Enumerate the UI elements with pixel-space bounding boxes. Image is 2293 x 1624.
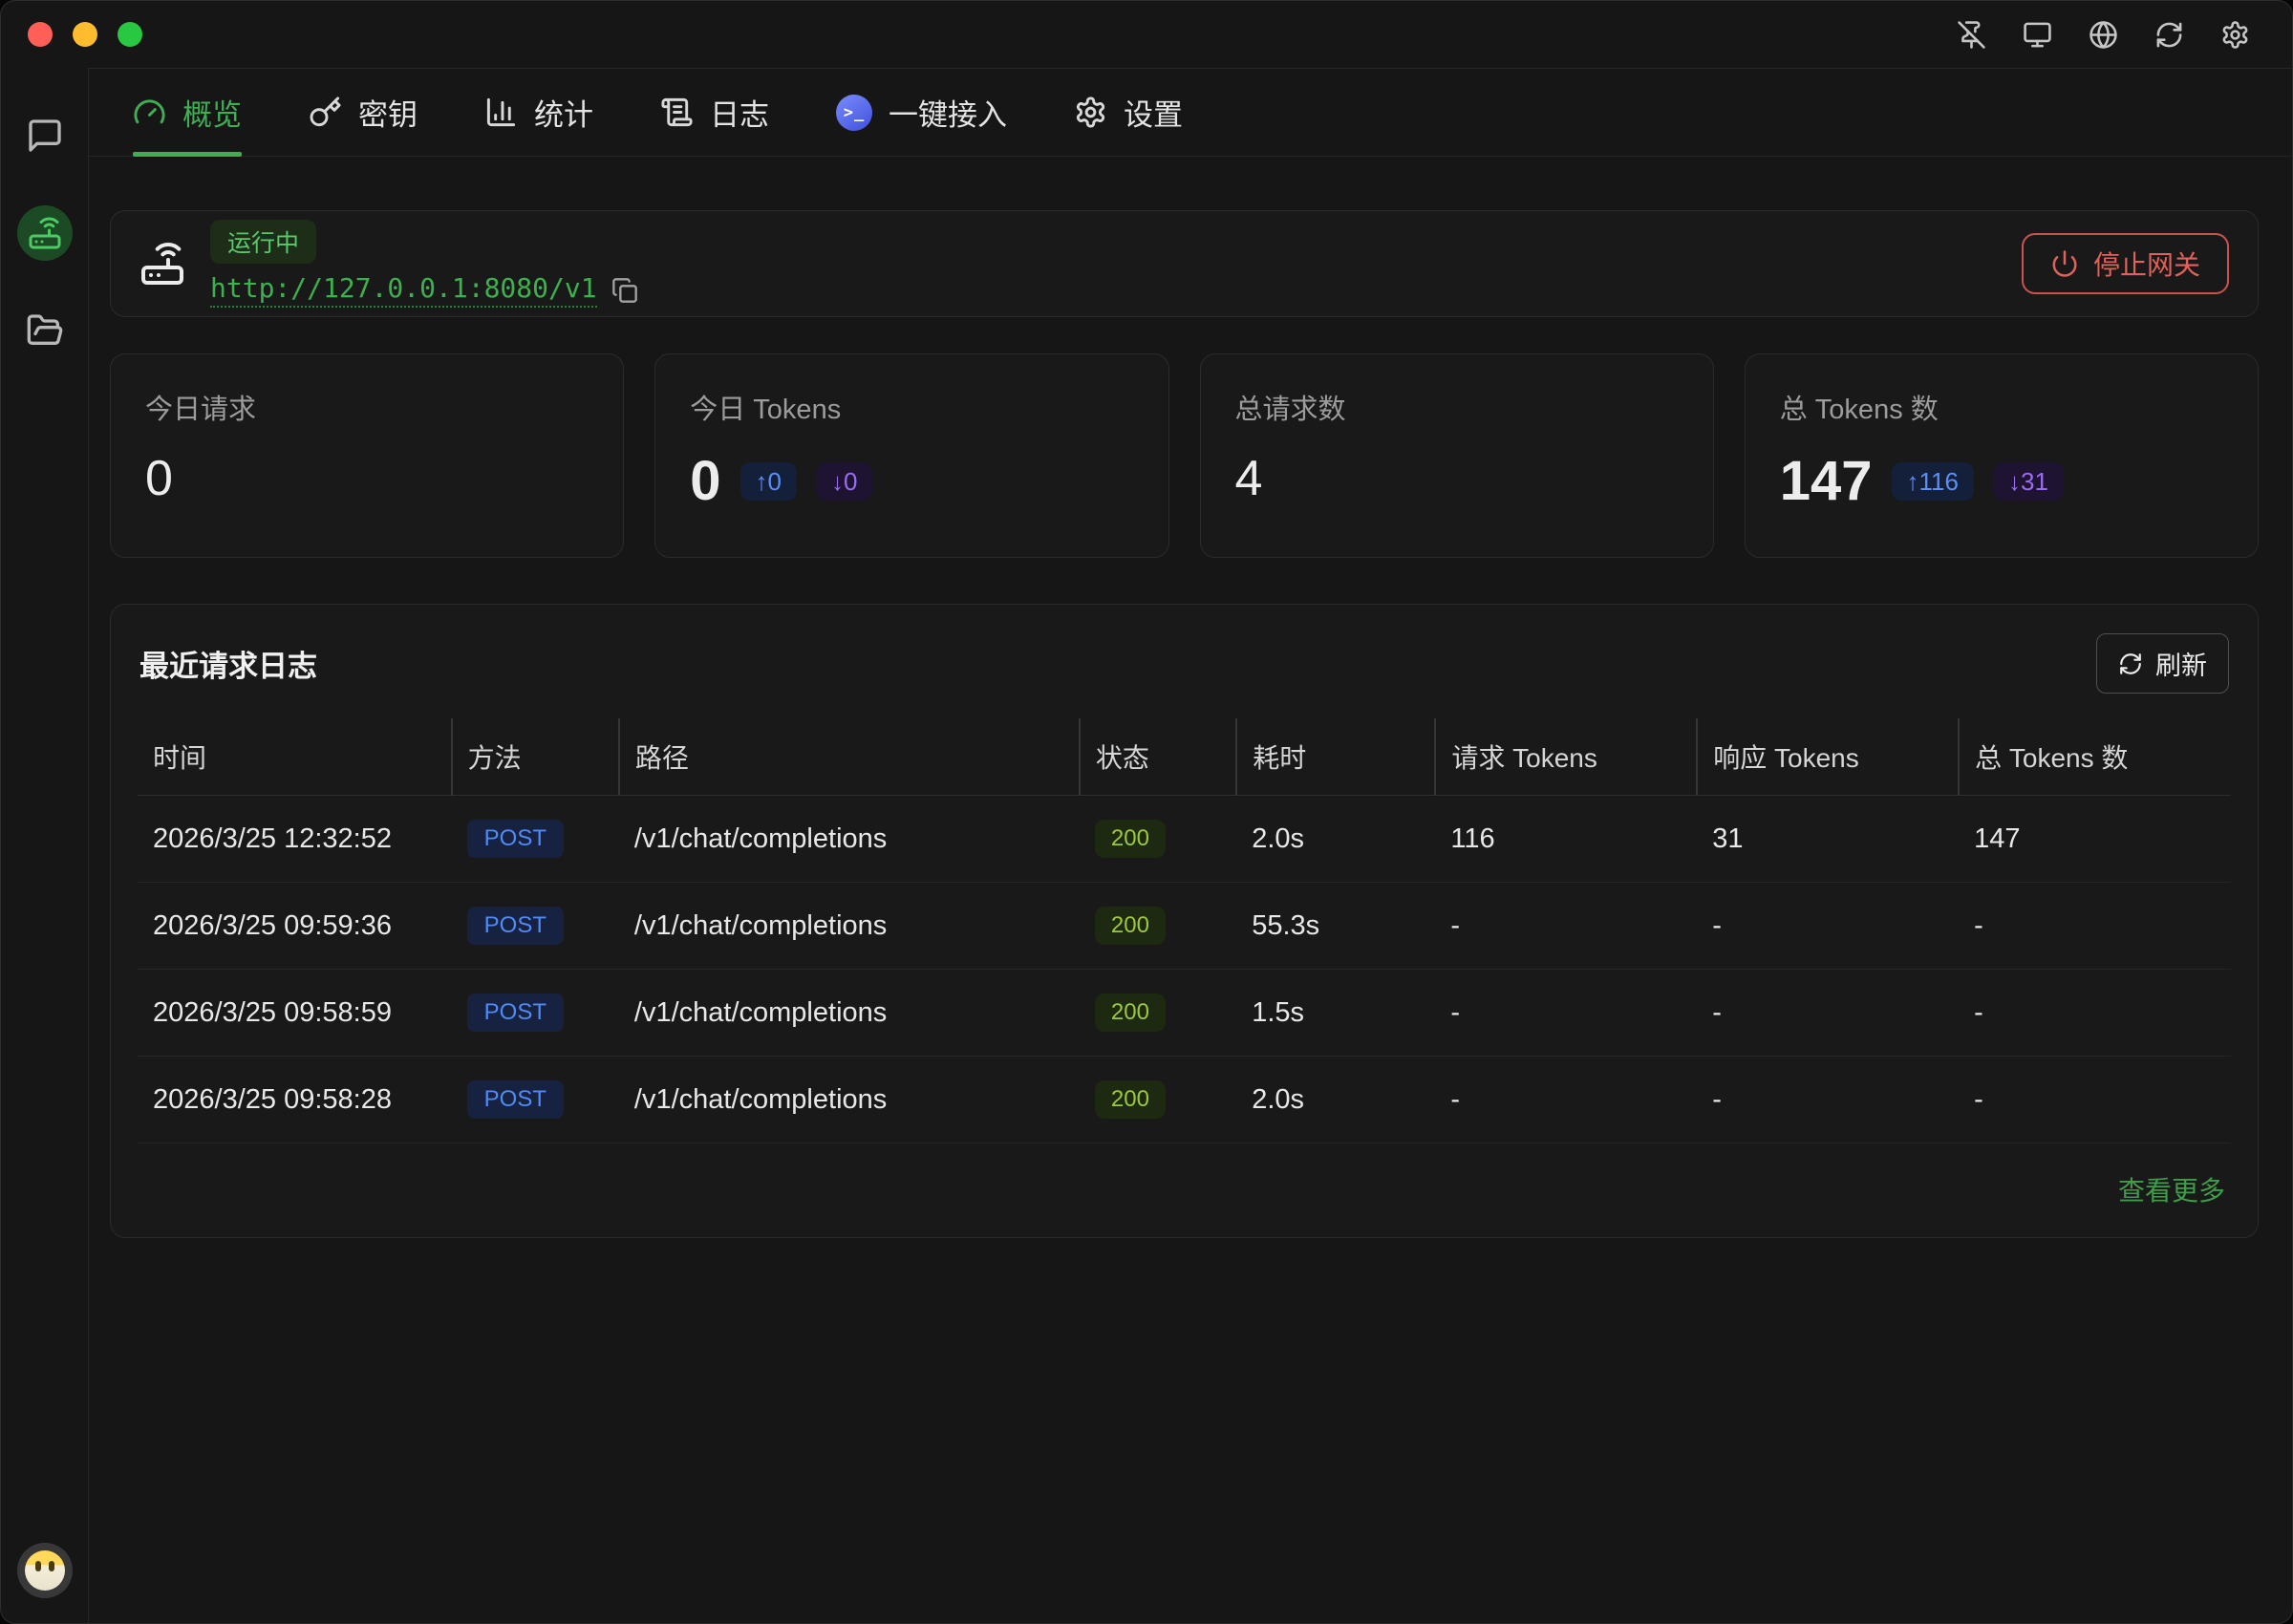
power-icon [2050, 249, 2079, 278]
tab-label: 日志 [710, 91, 769, 134]
view-more-link[interactable]: 查看更多 [2118, 1176, 2225, 1206]
chat-bubble-icon [26, 117, 64, 155]
minimize-window-button[interactable] [73, 22, 97, 47]
user-avatar[interactable] [17, 1543, 73, 1598]
tab-logs[interactable]: 日志 [660, 69, 769, 156]
method-badge: POST [467, 1080, 564, 1119]
gear-icon [1074, 96, 1107, 129]
log-row[interactable]: 2026/3/25 12:32:52 POST /v1/chat/complet… [138, 796, 2231, 883]
gateway-url-link[interactable]: http://127.0.0.1:8080/v1 [210, 272, 597, 308]
app-window: 概览 密钥 统计 日志 >_ 一键接入 [0, 0, 2293, 1624]
gateway-running-badge: 运行中 [210, 220, 316, 264]
column-header-method: 方法 [452, 718, 619, 796]
stat-card-today-tokens: 今日 Tokens 0 ↑0 ↓0 [654, 353, 1168, 558]
stat-value: 147 [1780, 454, 1873, 509]
monitor-icon[interactable] [2023, 20, 2052, 50]
tab-quick-connect[interactable]: >_ 一键接入 [836, 69, 1007, 156]
bar-chart-icon [484, 96, 518, 129]
log-row[interactable]: 2026/3/25 09:58:28 POST /v1/chat/complet… [138, 1057, 2231, 1143]
recent-logs-card: 最近请求日志 刷新 [110, 604, 2259, 1238]
face-in-clouds-emoji [25, 1550, 65, 1591]
titlebar [1, 1, 2292, 68]
logs-header-row: 时间 方法 路径 状态 耗时 请求 Tokens 响应 Tokens 总 Tok… [138, 718, 2231, 796]
sidebar-item-files[interactable] [17, 303, 73, 358]
sidebar [1, 68, 89, 1623]
log-row[interactable]: 2026/3/25 09:59:36 POST /v1/chat/complet… [138, 883, 2231, 970]
stat-label: 今日请求 [145, 387, 589, 427]
output-tokens-chip: ↓0 [816, 462, 872, 501]
titlebar-actions [1957, 20, 2250, 50]
status-badge: 200 [1095, 820, 1166, 858]
status-badge: 200 [1095, 1080, 1166, 1119]
terminal-circle-icon: >_ [836, 95, 872, 131]
window-controls [28, 22, 142, 47]
gear-icon[interactable] [2220, 20, 2250, 50]
stat-label: 今日 Tokens [690, 387, 1133, 427]
method-badge: POST [467, 994, 564, 1032]
input-tokens-chip: ↑0 [740, 462, 797, 501]
globe-icon[interactable] [2089, 20, 2118, 50]
gateway-status-card: 运行中 http://127.0.0.1:8080/v1 停止网关 [110, 210, 2259, 317]
refresh-logs-button[interactable]: 刷新 [2096, 633, 2229, 694]
tab-label: 密钥 [358, 91, 418, 134]
stat-card-today-requests: 今日请求 0 [110, 353, 624, 558]
stat-card-total-requests: 总请求数 4 [1200, 353, 1714, 558]
stats-grid: 今日请求 0 今日 Tokens 0 ↑0 ↓0 [110, 353, 2259, 558]
tab-label: 一键接入 [889, 91, 1007, 134]
sidebar-item-gateway[interactable] [17, 205, 73, 261]
tab-label: 统计 [534, 91, 593, 134]
key-icon [309, 96, 342, 129]
gauge-icon [133, 96, 166, 129]
stop-gateway-button[interactable]: 停止网关 [2022, 233, 2229, 294]
column-header-response-tokens: 响应 Tokens [1697, 718, 1959, 796]
output-tokens-chip: ↓31 [1993, 462, 2064, 501]
tab-statistics[interactable]: 统计 [484, 69, 593, 156]
stat-label: 总 Tokens 数 [1780, 387, 2223, 427]
zoom-window-button[interactable] [118, 22, 142, 47]
copy-url-button[interactable] [611, 277, 638, 304]
tab-label: 设置 [1124, 91, 1183, 134]
column-header-request-tokens: 请求 Tokens [1435, 718, 1697, 796]
close-window-button[interactable] [28, 22, 53, 47]
tab-label: 概览 [182, 91, 242, 134]
method-badge: POST [467, 907, 564, 945]
main-panel: 概览 密钥 统计 日志 >_ 一键接入 [89, 68, 2292, 1623]
column-header-time: 时间 [138, 718, 452, 796]
status-badge: 200 [1095, 994, 1166, 1032]
method-badge: POST [467, 820, 564, 858]
router-icon [28, 216, 62, 250]
sidebar-item-chat[interactable] [17, 108, 73, 163]
stat-label: 总请求数 [1235, 387, 1679, 427]
stat-value: 4 [1235, 454, 1263, 503]
logs-table: 时间 方法 路径 状态 耗时 请求 Tokens 响应 Tokens 总 Tok… [138, 718, 2231, 1143]
column-header-total-tokens: 总 Tokens 数 [1959, 718, 2231, 796]
tab-keys[interactable]: 密钥 [309, 69, 418, 156]
overview-content: 运行中 http://127.0.0.1:8080/v1 停止网关 [89, 157, 2292, 1623]
pin-off-icon[interactable] [1957, 20, 1986, 50]
tab-settings[interactable]: 设置 [1074, 69, 1183, 156]
logs-title: 最近请求日志 [139, 642, 317, 685]
refresh-icon[interactable] [2154, 20, 2184, 50]
column-header-duration: 耗时 [1236, 718, 1435, 796]
stat-value: 0 [690, 454, 720, 509]
refresh-icon [2118, 652, 2143, 676]
column-header-status: 状态 [1080, 718, 1236, 796]
column-header-path: 路径 [619, 718, 1080, 796]
log-row[interactable]: 2026/3/25 09:58:59 POST /v1/chat/complet… [138, 970, 2231, 1057]
tab-bar: 概览 密钥 统计 日志 >_ 一键接入 [89, 69, 2292, 157]
stat-value: 0 [145, 454, 173, 503]
input-tokens-chip: ↑116 [1892, 462, 1974, 501]
scroll-icon [660, 96, 694, 129]
router-icon [139, 241, 185, 287]
tab-overview[interactable]: 概览 [133, 69, 242, 156]
folder-icon [26, 311, 64, 350]
stat-card-total-tokens: 总 Tokens 数 147 ↑116 ↓31 [1745, 353, 2259, 558]
status-badge: 200 [1095, 907, 1166, 945]
